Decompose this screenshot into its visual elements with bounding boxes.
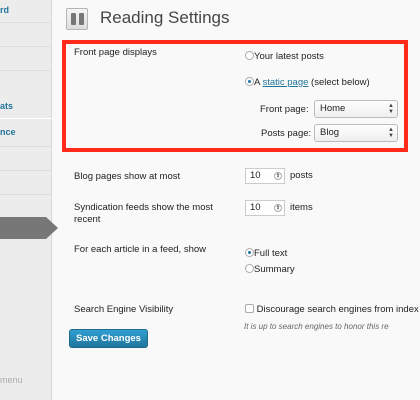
front-page-select-value: Home <box>320 103 346 114</box>
summary-label: Summary <box>254 264 295 275</box>
summary-option[interactable]: Summary <box>245 264 295 275</box>
full-text-option[interactable]: Full text <box>245 248 287 259</box>
select-arrows-icon: ▲ ▼ <box>388 127 394 139</box>
main-content: Reading Settings Front page displays You… <box>52 0 420 400</box>
latest-posts-option[interactable]: Your latest posts <box>245 51 324 62</box>
posts-page-select-value: Blog <box>320 127 340 138</box>
spinner-icon[interactable]: ▴ ▾ <box>274 204 282 212</box>
posts-unit-label: posts <box>290 170 313 181</box>
static-page-radio[interactable] <box>245 77 254 86</box>
sidebar-item-dashboard[interactable]: rd <box>0 0 9 20</box>
full-text-label: Full text <box>254 248 288 259</box>
settings-sliders-icon <box>66 8 88 30</box>
front-page-select[interactable]: Home ▲ ▼ <box>314 100 398 118</box>
summary-radio[interactable] <box>245 264 254 273</box>
items-unit-label: items <box>290 202 313 213</box>
posts-per-page-input[interactable]: 10 ▴ ▾ <box>245 168 285 184</box>
collapse-menu-button[interactable]: menu <box>0 375 23 385</box>
static-page-option[interactable]: A static page (select below) <box>245 77 370 88</box>
static-page-suffix: (select below) <box>308 77 370 88</box>
discourage-search-label: Discourage search engines from index <box>256 304 419 315</box>
sidebar-divider <box>0 170 52 171</box>
sidebar-divider <box>0 146 52 147</box>
save-changes-button[interactable]: Save Changes <box>69 329 148 348</box>
sidebar-divider <box>0 22 52 23</box>
latest-posts-radio[interactable] <box>245 51 254 60</box>
sidebar-item-comments[interactable]: ats <box>0 96 13 116</box>
page-title: Reading Settings <box>100 8 230 27</box>
select-arrows-icon: ▲ ▼ <box>388 103 394 115</box>
sidebar-divider <box>0 194 52 195</box>
posts-per-page-value: 10 <box>250 170 261 181</box>
spinner-icon[interactable]: ▴ ▾ <box>274 172 282 180</box>
sidebar-divider <box>0 46 52 47</box>
discourage-search-option[interactable]: Discourage search engines from index <box>245 304 419 315</box>
admin-sidebar: rd ats nce menu <box>0 0 58 400</box>
syndication-feeds-label: Syndication feeds show the most recent <box>74 202 213 225</box>
sidebar-separator <box>0 118 52 119</box>
sidebar-item-appearance[interactable]: nce <box>0 122 16 142</box>
article-feed-label: For each article in a feed, show <box>74 244 207 255</box>
sidebar-item-settings-current[interactable] <box>0 217 58 239</box>
front-page-select-label: Front page: <box>260 104 309 115</box>
sidebar-divider <box>0 70 52 71</box>
front-page-displays-label: Front page displays <box>74 47 157 58</box>
posts-page-select-label: Posts page: <box>261 128 312 139</box>
feed-items-input[interactable]: 10 ▴ ▾ <box>245 200 285 216</box>
latest-posts-label: Your latest posts <box>254 51 324 62</box>
blog-pages-label: Blog pages show at most <box>74 171 181 182</box>
search-visibility-description: It is up to search engines to honor this… <box>244 322 389 331</box>
search-visibility-label: Search Engine Visibility <box>74 304 174 315</box>
discourage-search-checkbox[interactable] <box>245 304 254 313</box>
static-page-link[interactable]: static page <box>262 77 308 88</box>
feed-items-value: 10 <box>250 202 261 213</box>
posts-page-select[interactable]: Blog ▲ ▼ <box>314 124 398 142</box>
full-text-radio[interactable] <box>245 248 254 257</box>
